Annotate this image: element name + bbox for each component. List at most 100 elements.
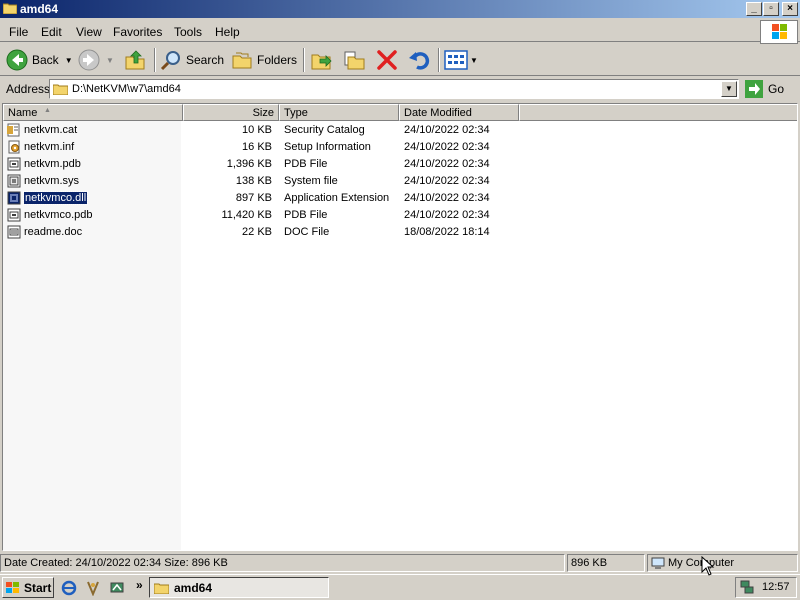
copy-to-icon [344,51,365,70]
close-button[interactable]: × [782,2,798,16]
file-type: Setup Information [284,141,371,153]
address-label: Address [6,82,51,96]
file-size: 11,420 KB [221,209,272,221]
file-name: netkvmco.dll [22,191,89,205]
pdb-file-icon [7,157,21,171]
file-name: netkvm.cat [24,124,78,136]
pdb-file-icon [7,208,21,222]
doc-file-icon [7,225,21,239]
move-to-button[interactable] [310,48,334,72]
file-type: DOC File [284,226,330,238]
start-label: Start [24,580,52,595]
address-value: D:\NetKVM\w7\amd64 [72,83,181,95]
search-button[interactable]: Search [160,48,224,72]
forward-dropdown-icon[interactable]: ▼ [106,56,114,65]
menu-tools[interactable]: Tools [174,25,202,39]
folders-button[interactable]: Folders [231,48,297,72]
file-type: Security Catalog [284,124,365,136]
views-button[interactable]: ▼ [444,48,478,72]
file-date: 24/10/2022 02:34 [404,192,490,204]
folders-icon [232,52,252,69]
column-name-label: Name [8,107,38,119]
forward-arrow-icon [78,49,100,71]
undo-button[interactable] [408,48,430,72]
menu-edit[interactable]: Edit [41,25,62,39]
title-bar[interactable]: amd64 _ ▫ × [0,0,800,18]
selected-file-name: netkvmco.dll [22,191,89,205]
column-header-date[interactable]: Date Modified [399,104,519,121]
maximize-button[interactable]: ▫ [763,2,779,16]
file-row[interactable]: netkvm.cat 10 KB Security Catalog 24/10/… [3,122,797,139]
taskbar: Start » amd64 12:57 [0,574,800,600]
sort-ascending-icon: ▲ [44,107,51,114]
back-dropdown-icon[interactable]: ▼ [65,56,73,65]
file-row[interactable]: netkvm.inf 16 KB Setup Information 24/10… [3,139,797,156]
address-bar: Address D:\NetKVM\w7\amd64 ▼ Go [0,77,800,101]
file-list[interactable]: Name ▲ Size Type Date Modified netkvm.ca… [2,103,798,551]
my-computer-icon [651,557,665,569]
windows-flag-icon [6,581,19,593]
catalog-file-icon [7,123,20,137]
file-name: netkvmco.pdb [24,209,93,221]
views-dropdown-icon[interactable]: ▼ [470,56,478,65]
go-label: Go [768,82,785,96]
status-size: 896 KB [567,554,645,572]
file-type: System file [284,175,338,187]
internet-explorer-icon[interactable] [61,580,77,596]
file-row[interactable]: netkvm.sys 138 KB System file 24/10/2022… [3,173,797,190]
file-type: PDB File [284,209,328,221]
menu-bar: File Edit View Favorites Tools Help [0,20,800,42]
file-date: 24/10/2022 02:34 [404,209,490,221]
start-button[interactable]: Start [2,577,54,598]
file-row[interactable]: netkvm.pdb 1,396 KB PDB File 24/10/2022 … [3,156,797,173]
address-dropdown-icon[interactable]: ▼ [721,81,737,97]
network-icon[interactable] [740,580,754,595]
standard-toolbar: Back ▼ ▼ Search Folders ▼ [0,44,800,76]
search-label: Search [186,53,225,67]
toolbar-separator [303,48,305,72]
file-size: 22 KB [242,226,272,238]
menu-view[interactable]: View [76,25,102,39]
clock[interactable]: 12:57 [762,581,790,593]
system-tray: 12:57 [735,577,797,598]
outlook-express-icon[interactable] [85,580,101,596]
menu-help[interactable]: Help [215,25,240,39]
taskbar-item-amd64[interactable]: amd64 [149,577,329,598]
toolbar-separator [438,48,440,72]
search-icon [160,51,180,71]
toolbar-separator [154,48,156,72]
column-type-label: Type [284,107,308,119]
copy-to-button[interactable] [342,48,366,72]
go-button[interactable]: Go [745,79,784,99]
taskbar-item-label: amd64 [174,580,213,595]
column-size-label: Size [252,107,274,119]
delete-icon [377,50,397,70]
column-header-size[interactable]: Size [183,104,279,121]
file-date: 24/10/2022 02:34 [404,158,490,170]
forward-button[interactable]: ▼ [78,48,114,72]
column-date-label: Date Modified [404,107,472,119]
quicklaunch-overflow-icon[interactable]: » [136,578,143,592]
menu-file[interactable]: File [9,25,28,39]
folder-icon [3,3,17,14]
mouse-cursor-icon [701,556,715,576]
file-date: 24/10/2022 02:34 [404,141,490,153]
address-input[interactable]: D:\NetKVM\w7\amd64 ▼ [49,79,739,99]
file-date: 18/08/2022 18:14 [404,226,490,238]
menu-favorites[interactable]: Favorites [113,25,162,39]
file-size: 10 KB [242,124,272,136]
file-row-selected[interactable]: netkvmco.dll 897 KB Application Extensio… [3,190,797,207]
back-button[interactable]: Back ▼ [6,48,73,72]
up-folder-button[interactable] [124,48,146,72]
column-header-name[interactable]: Name ▲ [3,104,183,121]
show-desktop-icon[interactable] [109,580,125,596]
column-header-type[interactable]: Type [279,104,399,121]
delete-button[interactable] [376,48,398,72]
minimize-button[interactable]: _ [746,2,762,16]
file-row[interactable]: netkvmco.pdb 11,420 KB PDB File 24/10/20… [3,207,797,224]
file-date: 24/10/2022 02:34 [404,124,490,136]
inf-file-icon [8,140,20,154]
file-row[interactable]: readme.doc 22 KB DOC File 18/08/2022 18:… [3,224,797,241]
file-name: netkvm.pdb [24,158,81,170]
status-details: Date Created: 24/10/2022 02:34 Size: 896… [0,554,565,572]
